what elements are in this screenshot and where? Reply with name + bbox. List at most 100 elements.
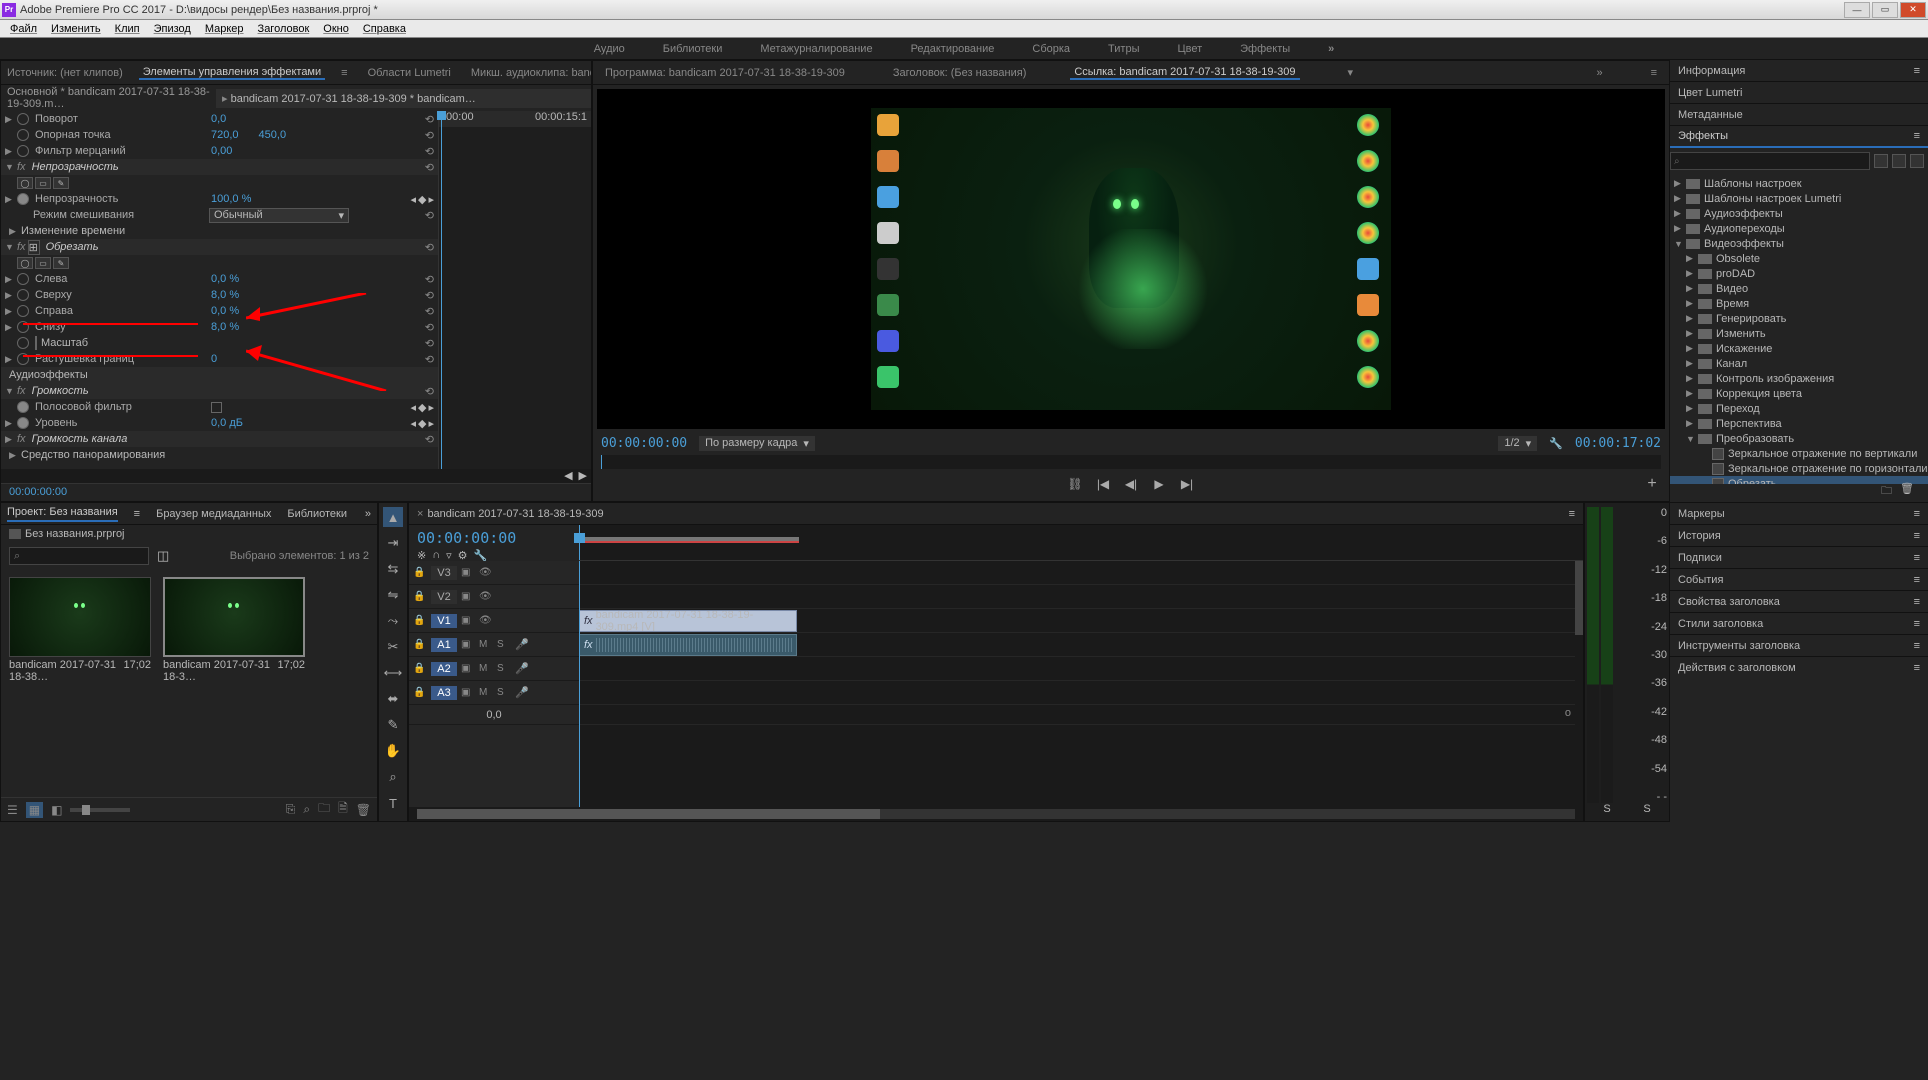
track-output-icon[interactable]: ▣ [461,591,475,602]
panel-menu-icon[interactable]: ≡ [1914,130,1920,142]
keyframe-toggle[interactable] [17,129,29,141]
effects-folder[interactable]: ▼Видеоэффекты [1670,236,1928,251]
val-level[interactable]: 0,0 дБ [211,417,243,429]
tab-source[interactable]: Источник: (нет клипов) [3,67,127,79]
collapsed-panel[interactable]: События≡ [1670,568,1928,590]
razor-tool-icon[interactable]: ✂ [383,637,403,657]
project-search-input[interactable] [9,547,149,565]
ws-titles[interactable]: Титры [1104,41,1143,57]
disclosure-icon[interactable]: ▼ [1674,239,1686,249]
new-item-icon[interactable]: 🗎 [338,799,348,820]
hand-tool-icon[interactable]: ✋ [383,741,403,761]
reset-icon[interactable]: ⟲ [425,161,434,174]
disclosure-icon[interactable]: ▶ [1674,208,1686,219]
reset-icon[interactable]: ⟲ [425,129,434,142]
track-output-icon[interactable]: ▣ [461,663,475,674]
panel-menu-icon[interactable]: ≡ [1647,67,1661,79]
val-antiflicker[interactable]: 0,00 [211,145,232,157]
track-output-icon[interactable]: ▣ [461,615,475,626]
val-crop-left[interactable]: 0,0 % [211,273,239,285]
tab-title-window[interactable]: Заголовок: (Без названия) [889,67,1030,79]
disclosure-icon[interactable]: ▶ [1686,343,1698,354]
menu-window[interactable]: Окно [317,23,355,35]
close-button[interactable]: ✕ [1900,2,1926,18]
keyframe-toggle[interactable] [17,289,29,301]
ws-edit[interactable]: Редактирование [907,41,999,57]
fx-badge-icon[interactable]: fx [17,161,26,173]
ec-scroll-next[interactable]: ▶ [579,469,587,483]
mask-ellipse-icon[interactable]: ◯ [17,177,33,189]
ws-overflow-icon[interactable]: » [1324,41,1338,57]
reset-icon[interactable]: ⟲ [425,113,434,126]
new-bin-icon[interactable]: 🗀 [318,799,330,820]
rate-tool-icon[interactable]: ⤳ [383,611,403,631]
effects-folder[interactable]: ▶Шаблоны настроек Lumetri [1670,191,1928,206]
panel-menu-icon[interactable]: ≡ [1914,662,1920,674]
solo-button[interactable]: S [497,687,511,698]
fit-dropdown[interactable]: По размеру кадра▾ [699,436,815,451]
project-thumb[interactable]: bandicam 2017-07-31 18-3…17;02 [163,577,305,685]
fx-badge-icon[interactable]: fx [17,241,26,253]
program-tc-in[interactable]: 00:00:00:00 [601,436,687,451]
tab-program[interactable]: Программа: bandicam 2017-07-31 18-38-19-… [601,67,849,79]
auto-seq-icon[interactable]: ⎘ [286,802,296,817]
program-video[interactable] [597,89,1665,429]
slip-tool-icon[interactable]: ⟷ [383,663,403,683]
kf-next-icon[interactable]: ▸ [428,417,434,430]
master-level[interactable]: 0,0 [486,709,501,721]
panel-effects[interactable]: Эффекты≡ [1670,126,1928,148]
disclosure-icon[interactable]: ▶ [1686,313,1698,324]
freeform-view-icon[interactable]: ◧ [51,803,62,817]
effects-folder[interactable]: ▶Переход [1670,401,1928,416]
disclosure-icon[interactable]: ▼ [1686,434,1698,444]
fx-badge-icon[interactable]: fx [17,385,26,397]
menu-edit[interactable]: Изменить [45,23,107,35]
collapsed-panel[interactable]: Свойства заголовка≡ [1670,590,1928,612]
lock-icon[interactable]: 🔒 [413,567,427,578]
track-output-icon[interactable]: ▣ [461,639,475,650]
new-bin-icon[interactable]: 🗀 [1881,482,1892,496]
project-filter-icon[interactable]: ◫ [157,548,169,564]
reset-icon[interactable]: ⟲ [425,321,434,334]
add-button-icon[interactable]: + [1643,475,1661,493]
panel-overflow-icon[interactable]: » [1592,67,1606,79]
effects-tree[interactable]: ▶Шаблоны настроек▶Шаблоны настроек Lumet… [1670,174,1928,484]
solo-button[interactable]: S [497,639,511,650]
reset-icon[interactable]: ⟲ [425,241,434,254]
effects-folder[interactable]: ▶Коррекция цвета [1670,386,1928,401]
ripple-tool-icon[interactable]: ⇆ [383,559,403,579]
tab-libraries[interactable]: Библиотеки [287,508,347,520]
kf-prev-icon[interactable]: ◂ [410,193,416,206]
mute-button[interactable]: M [479,687,493,698]
filter-yuv-icon[interactable] [1910,154,1924,168]
keyframe-toggle[interactable] [17,337,29,349]
ec-scroll-prev[interactable]: ◀ [564,469,572,483]
disclosure-icon[interactable]: ▶ [1686,418,1698,429]
disclosure-icon[interactable]: ▶ [1686,253,1698,264]
filter-accel-icon[interactable] [1874,154,1888,168]
kf-add-icon[interactable]: ◆ [418,193,426,206]
program-playhead[interactable] [601,455,602,469]
track-select-tool-icon[interactable]: ⇥ [383,533,403,553]
panel-menu-icon[interactable]: ≡ [1914,618,1920,630]
ws-effects[interactable]: Эффекты [1236,41,1294,57]
zoom-tool-icon[interactable]: ⌕ [383,767,403,787]
reset-icon[interactable]: ⟲ [425,209,434,222]
ws-assembly[interactable]: Сборка [1028,41,1074,57]
tab-close-icon[interactable]: ▾ [1344,66,1358,79]
minimize-button[interactable]: — [1844,2,1870,18]
val-anchor-x[interactable]: 720,0 [211,129,239,141]
eye-icon[interactable]: 👁 [479,567,493,578]
solo-button[interactable]: S [497,663,511,674]
effects-folder[interactable]: ▶Изменить [1670,326,1928,341]
val-rotation[interactable]: 0,0 [211,113,226,125]
tab-effect-controls[interactable]: Элементы управления эффектами [139,66,325,80]
rolling-tool-icon[interactable]: ⇋ [383,585,403,605]
panel-menu-icon[interactable]: ≡ [1914,574,1920,586]
track-a2[interactable]: A2 [431,662,457,676]
effects-search-input[interactable] [1670,152,1870,170]
track-output-icon[interactable]: ▣ [461,687,475,698]
keyframe-toggle[interactable] [17,401,29,413]
ws-meta[interactable]: Метажурналирование [756,41,876,57]
fx-timeremap[interactable]: Изменение времени [21,225,125,237]
